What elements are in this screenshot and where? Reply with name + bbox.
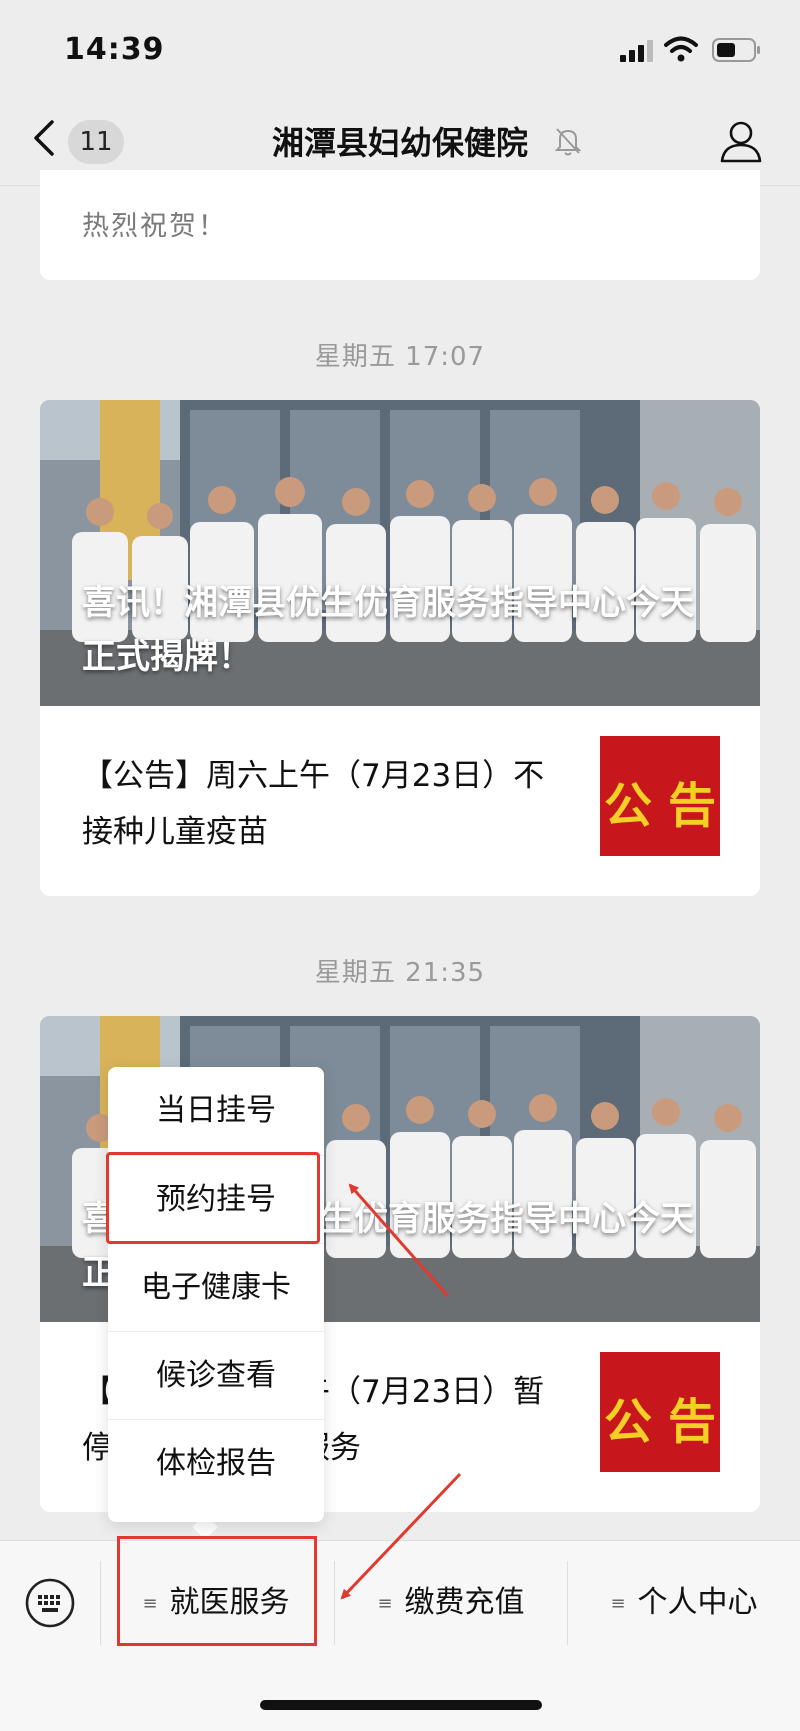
battery-icon bbox=[712, 38, 760, 62]
service-popup-menu: 当日挂号 预约挂号 电子健康卡 候诊查看 体检报告 bbox=[106, 1067, 324, 1522]
notice-char: 告 bbox=[668, 778, 717, 834]
mute-bell-icon bbox=[554, 128, 582, 156]
sub-article-row[interactable]: 【公告】周六上午（7月23日）不接种儿童疫苗 公 告 bbox=[40, 706, 760, 896]
tab-personal-center[interactable]: ≡ 个人中心 bbox=[568, 1555, 800, 1651]
article-card[interactable]: 喜讯！湘潭县优生优育服务指导中心今天正式揭牌！ 【公告】周六上午（7月23日）不… bbox=[40, 400, 760, 896]
notice-thumbnail: 公 告 bbox=[600, 736, 720, 856]
previous-message-card[interactable]: 热烈祝贺！ bbox=[40, 170, 760, 280]
previous-message-text: 热烈祝贺！ bbox=[82, 211, 227, 242]
home-indicator bbox=[260, 1700, 542, 1710]
status-time: 14:39 bbox=[64, 32, 165, 67]
menu-item-waiting-queue[interactable]: 候诊查看 bbox=[108, 1331, 324, 1419]
menu-item-e-health-card[interactable]: 电子健康卡 bbox=[108, 1243, 324, 1331]
menu-item-same-day-registration[interactable]: 当日挂号 bbox=[108, 1067, 324, 1155]
status-bar: 14:39 bbox=[0, 0, 800, 100]
divider bbox=[334, 1561, 335, 1645]
notice-char: 公 bbox=[604, 1394, 653, 1450]
tab-payment-recharge[interactable]: ≡ 缴费充值 bbox=[336, 1555, 566, 1651]
article-headline: 喜讯！湘潭县优生优育服务指导中心今天正式揭牌！ bbox=[82, 583, 694, 677]
keyboard-icon[interactable] bbox=[24, 1577, 76, 1629]
notice-thumbnail: 公 告 bbox=[600, 1352, 720, 1472]
page-title: 湘潭县妇幼保健院 bbox=[271, 124, 528, 162]
message-time-label: 星期五 17:07 bbox=[314, 342, 486, 372]
menu-item-checkup-report[interactable]: 体检报告 bbox=[108, 1419, 324, 1507]
menu-glyph-icon: ≡ bbox=[377, 1592, 393, 1614]
article-hero-image[interactable]: 喜讯！湘潭县优生优育服务指导中心今天正式揭牌！ bbox=[40, 400, 760, 706]
profile-icon[interactable] bbox=[718, 118, 764, 164]
highlight-box bbox=[117, 1536, 317, 1646]
tab-label: 个人中心 bbox=[637, 1585, 758, 1620]
message-time-label: 星期五 21:35 bbox=[314, 958, 486, 988]
highlight-box bbox=[106, 1152, 320, 1244]
wifi-icon bbox=[664, 36, 698, 62]
notice-char: 告 bbox=[668, 1394, 717, 1450]
notice-char: 公 bbox=[604, 778, 653, 834]
sub-article-title: 【公告】周六上午（7月23日）不接种儿童疫苗 bbox=[82, 758, 545, 850]
menu-glyph-icon: ≡ bbox=[610, 1592, 626, 1614]
signal-icon bbox=[620, 40, 653, 62]
tab-label: 缴费充值 bbox=[404, 1585, 525, 1620]
